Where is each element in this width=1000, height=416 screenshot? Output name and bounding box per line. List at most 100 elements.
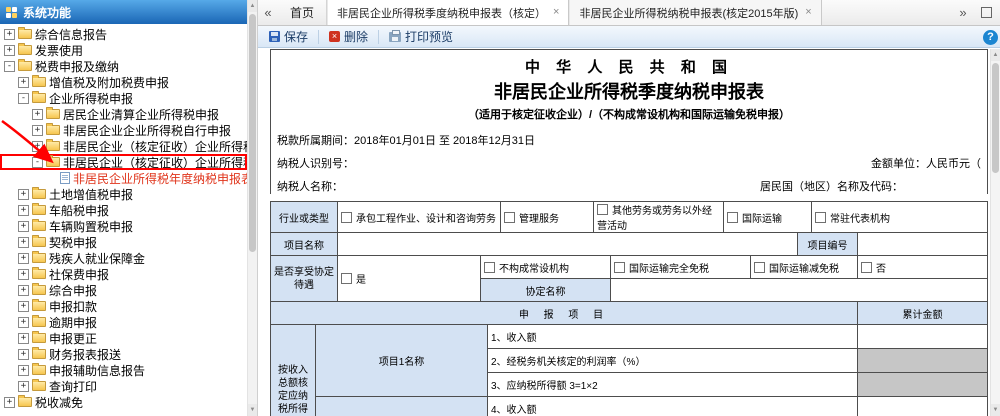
scroll-tabs-right-icon[interactable]: » [953, 0, 973, 25]
expand-icon[interactable]: + [18, 364, 29, 376]
checkbox-no-permanent-establishment[interactable] [484, 261, 495, 273]
sidebar-item[interactable]: + 增值税及附加税费申报 [0, 74, 247, 90]
sidebar-item[interactable]: + 社保费申报 [0, 266, 247, 282]
sidebar-item[interactable]: + 非居民企业（核定征收）企业所得税月(季 [0, 138, 247, 154]
scrollbar-thumb[interactable] [249, 14, 256, 252]
scroll-up-icon[interactable]: ▲ [248, 0, 257, 12]
sidebar-item[interactable]: + 财务报表报送 [0, 346, 247, 362]
sidebar-item[interactable]: + 土地增值税申报 [0, 186, 247, 202]
sidebar-item[interactable]: + 综合信息报告 [0, 26, 247, 42]
expand-icon[interactable]: + [4, 44, 15, 56]
checkbox-treaty-yes[interactable] [341, 273, 352, 284]
declaration-header-table: 申 报 项 目 累计金额 [270, 301, 988, 325]
expand-icon[interactable]: + [18, 332, 29, 344]
folder-icon [32, 379, 46, 391]
sidebar-item-selected[interactable]: 非居民企业所得税年度纳税申报表(核定20 [0, 170, 247, 186]
scroll-down-icon[interactable]: ▼ [248, 404, 257, 416]
expand-icon[interactable]: + [18, 204, 29, 216]
delete-button[interactable]: × 删除 [323, 26, 374, 47]
sidebar-item[interactable]: + 申报扣款 [0, 298, 247, 314]
checkbox-transport-reduction[interactable] [754, 261, 765, 273]
scroll-up-icon[interactable]: ▲ [991, 49, 1000, 61]
checkbox-management-service[interactable] [504, 211, 515, 223]
income-amount-input[interactable] [857, 396, 988, 416]
folder-icon [18, 395, 32, 407]
expand-icon[interactable]: + [18, 188, 29, 200]
industry-option-label: 承包工程作业、设计和咨询劳务 [356, 213, 496, 225]
help-icon[interactable]: ? [983, 30, 998, 45]
scroll-down-icon[interactable]: ▼ [991, 404, 1000, 416]
scrollbar-thumb[interactable] [992, 63, 999, 173]
sidebar-item[interactable]: + 车船税申报 [0, 202, 247, 218]
industry-option-cell: 国际运输 [723, 201, 812, 233]
sidebar-item[interactable]: - 企业所得税申报 [0, 90, 247, 106]
sidebar-item-label: 契税申报 [49, 235, 98, 250]
checkbox-other-services[interactable] [597, 204, 608, 215]
expand-icon[interactable]: + [32, 140, 43, 152]
close-tab-icon[interactable]: × [805, 7, 811, 18]
maximize-icon[interactable] [981, 7, 992, 18]
agreement-name-input[interactable] [610, 278, 988, 302]
expand-icon[interactable]: + [4, 396, 15, 408]
menu-grid-icon [6, 6, 17, 18]
scroll-tabs-left-icon[interactable]: « [258, 0, 278, 25]
expand-icon[interactable]: + [32, 124, 43, 136]
expand-icon[interactable]: + [18, 348, 29, 360]
collapse-icon[interactable]: - [4, 60, 15, 72]
sidebar-item[interactable]: + 申报更正 [0, 330, 247, 346]
expand-icon[interactable]: + [18, 268, 29, 280]
sidebar-item[interactable]: + 发票使用 [0, 42, 247, 58]
folder-icon [32, 283, 46, 295]
project-code-input[interactable] [857, 232, 988, 256]
income-amount-input[interactable] [857, 324, 988, 349]
expand-icon[interactable]: + [18, 380, 29, 392]
industry-type-table: 行业或类型 承包工程作业、设计和咨询劳务 管理服务 其他劳务或劳务以外经营活动 … [270, 201, 988, 233]
checkbox-international-transport[interactable] [727, 211, 738, 223]
sidebar-item-highlighted[interactable]: - 非居民企业（核定征收）企业所得税年度申 [0, 154, 247, 170]
sidebar-item[interactable]: + 税收减免 [0, 394, 247, 410]
sidebar-item[interactable]: + 申报辅助信息报告 [0, 362, 247, 378]
sidebar-item[interactable]: + 查询打印 [0, 378, 247, 394]
collapse-icon[interactable]: - [18, 92, 29, 104]
tab-quarterly-return[interactable]: 非居民企业所得税季度纳税申报表（核定） × [327, 0, 570, 25]
sidebar-item[interactable]: - 税费申报及缴纳 [0, 58, 247, 74]
checkbox-resident-representative[interactable] [815, 211, 826, 223]
sidebar-item[interactable]: + 非居民企业企业所得税自行申报 [0, 122, 247, 138]
save-button[interactable]: 保存 [263, 26, 314, 47]
tab-annual-return-2015[interactable]: 非居民企业所得税纳税申报表(核定2015年版) × [569, 0, 822, 25]
sidebar-item[interactable]: + 居民企业清算企业所得税申报 [0, 106, 247, 122]
sidebar-item[interactable]: + 残疾人就业保障金 [0, 250, 247, 266]
expand-icon[interactable]: + [18, 76, 29, 88]
expand-icon[interactable]: + [32, 108, 43, 120]
sidebar-item[interactable]: + 综合申报 [0, 282, 247, 298]
checkbox-transport-full-exemption[interactable] [614, 261, 625, 273]
print-preview-button[interactable]: 打印预览 [383, 26, 459, 47]
treaty-no-label: 否 [876, 263, 886, 275]
expand-icon[interactable]: + [18, 252, 29, 264]
expand-icon[interactable]: + [18, 236, 29, 248]
sidebar-item-label: 申报更正 [49, 331, 98, 346]
amount-unit-label: 金额单位：人民币元（ [871, 158, 981, 170]
sidebar-item[interactable]: + 逾期申报 [0, 314, 247, 330]
checkbox-treaty-no[interactable] [861, 261, 872, 273]
expand-icon[interactable]: + [18, 220, 29, 232]
expand-icon[interactable]: + [18, 284, 29, 296]
treaty-yes-cell: 是 [337, 255, 481, 302]
form-title: 非居民企业所得税季度纳税申报表 [494, 82, 764, 102]
collapse-icon[interactable]: - [32, 156, 43, 168]
sidebar-item[interactable]: + 契税申报 [0, 234, 247, 250]
sidebar-item-label: 非居民企业（核定征收）企业所得税年度申 [63, 155, 247, 170]
sidebar-item[interactable]: + 车辆购置税申报 [0, 218, 247, 234]
expand-icon[interactable]: + [4, 28, 15, 40]
income-method-section-label: 按收入总额核定应纳税所得额 [270, 324, 316, 416]
folder-icon [32, 347, 46, 359]
expand-icon[interactable]: + [18, 316, 29, 328]
sidebar-item-label: 税费申报及缴纳 [35, 59, 120, 74]
close-tab-icon[interactable]: × [553, 7, 559, 18]
home-tab[interactable]: 首页 [278, 0, 328, 25]
project-name-input[interactable] [337, 232, 798, 256]
sidebar-scrollbar[interactable]: ▲ ▼ [247, 0, 257, 416]
content-scrollbar[interactable]: ▲ ▼ [990, 49, 1000, 416]
expand-icon[interactable]: + [18, 300, 29, 312]
checkbox-contract-engineering[interactable] [341, 211, 352, 223]
